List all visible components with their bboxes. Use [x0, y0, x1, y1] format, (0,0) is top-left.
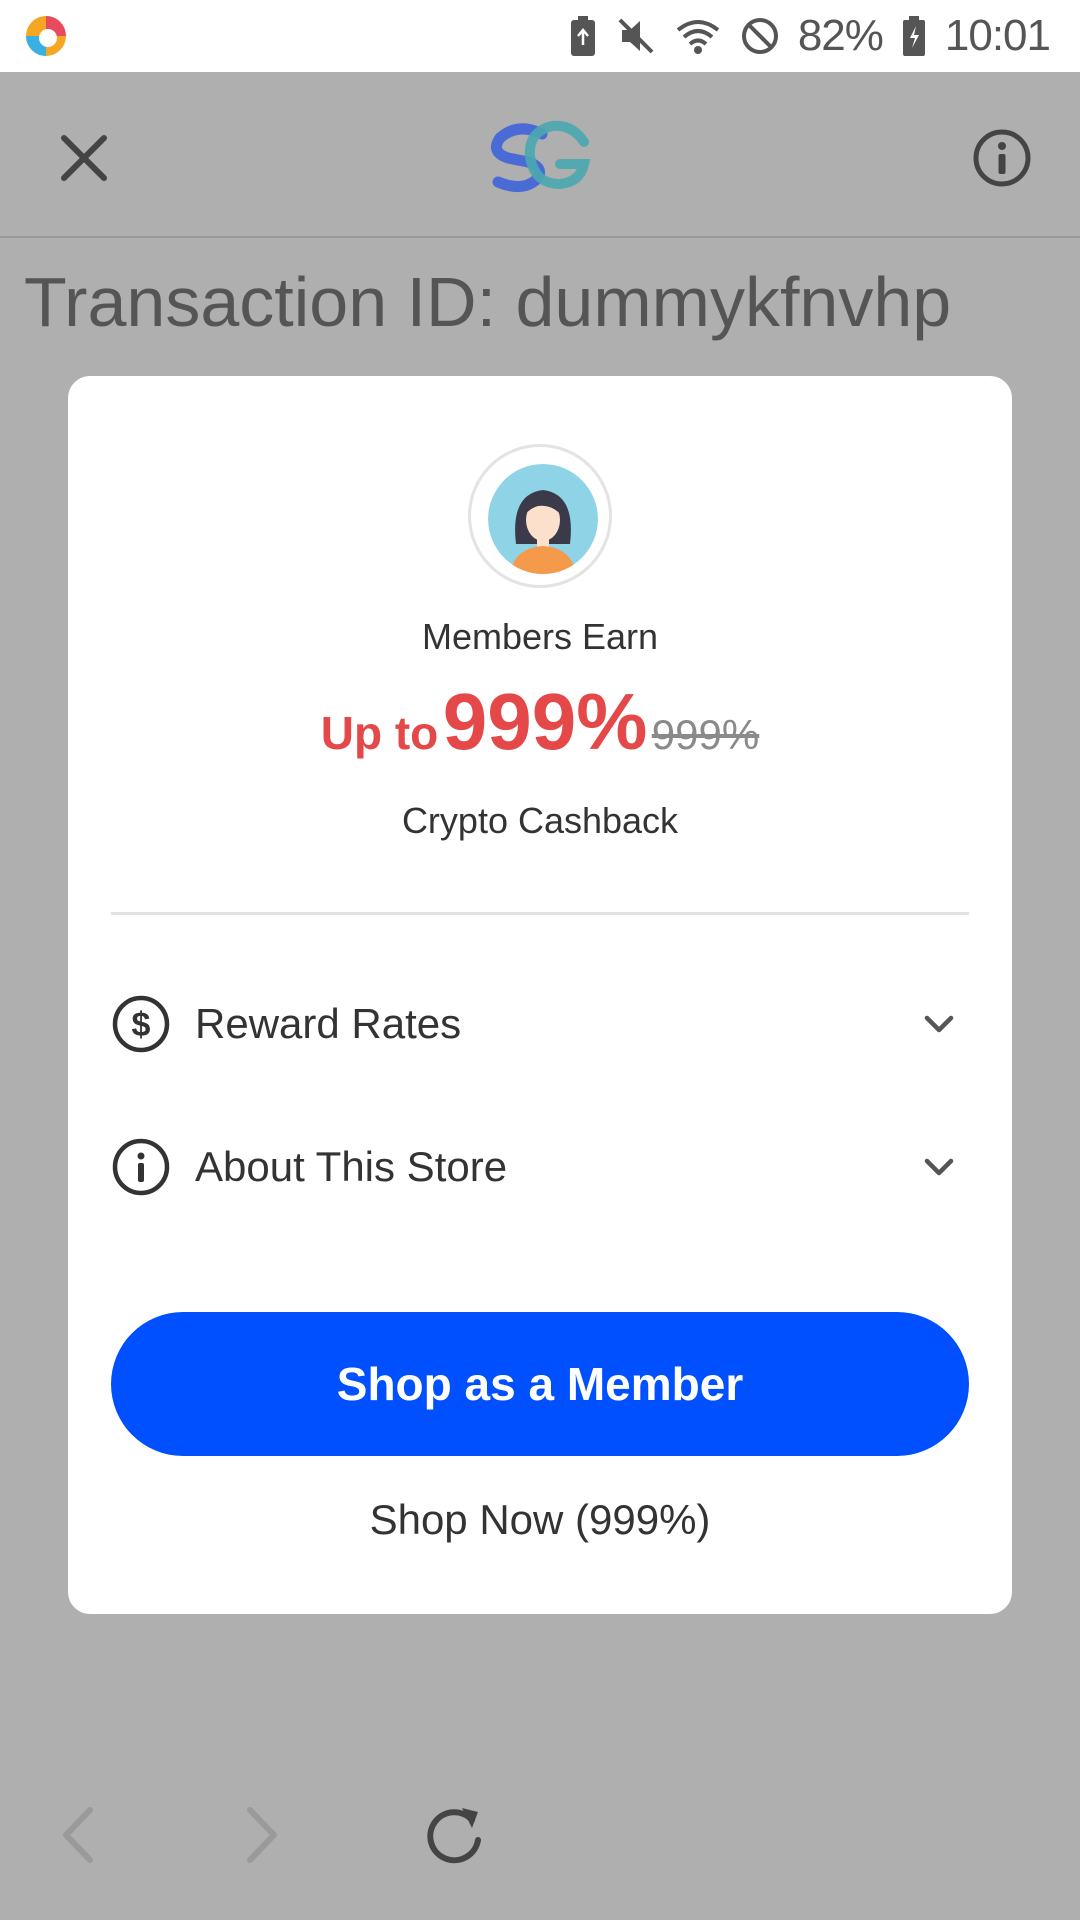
info-circle-icon [112, 1138, 170, 1196]
dollar-circle-icon: $ [112, 995, 170, 1053]
no-sim-icon [741, 18, 778, 54]
members-earn-label: Members Earn [421, 616, 659, 657]
rate-old: 999% [651, 711, 760, 758]
clock: 10:01 [944, 11, 1051, 60]
bottom-navigation [0, 1790, 1080, 1880]
status-bar: 82% 10:01 [0, 0, 1080, 72]
reward-rates-row[interactable]: $ Reward Rates [111, 984, 969, 1064]
chevron-down-icon [924, 1015, 954, 1033]
shop-as-member-button[interactable]: Shop as a Member [111, 1312, 969, 1456]
about-store-row[interactable]: About This Store [111, 1127, 969, 1207]
avatar [488, 464, 598, 574]
shop-now-link[interactable]: Shop Now (999%) [68, 1496, 1012, 1544]
about-store-label: About This Store [195, 1143, 508, 1190]
info-icon[interactable] [970, 126, 1034, 190]
status-icons: 82% 10:01 [568, 0, 1051, 72]
rate-value: 999% [442, 677, 648, 766]
chevron-right-icon[interactable] [236, 1790, 292, 1880]
transaction-id: Transaction ID: dummykfnvhp [24, 263, 952, 341]
rate-prefix: Up to [320, 707, 439, 759]
chevron-left-icon[interactable] [48, 1790, 104, 1880]
reward-rates-label: Reward Rates [195, 1000, 462, 1047]
battery-saver-icon [570, 16, 595, 56]
chevron-down-icon [924, 1158, 954, 1176]
app-bar [0, 72, 1080, 238]
avatar-frame [468, 444, 612, 588]
wifi-icon [676, 20, 720, 54]
cashback-rate: Up to 999% 999% [68, 676, 1012, 768]
battery-icon [902, 16, 925, 56]
reload-icon[interactable] [420, 1798, 492, 1870]
app-notification-icon [26, 16, 66, 56]
member-offer-modal: Members Earn Up to 999% 999% Crypto Cash… [68, 376, 1012, 1614]
battery-percent: 82% [797, 11, 884, 60]
svg-text:$: $ [132, 1006, 151, 1044]
cashback-label: Crypto Cashback [401, 800, 679, 841]
divider [111, 912, 969, 915]
mute-icon [618, 18, 654, 54]
close-icon[interactable] [52, 126, 116, 190]
brand-logo-icon [490, 120, 591, 192]
